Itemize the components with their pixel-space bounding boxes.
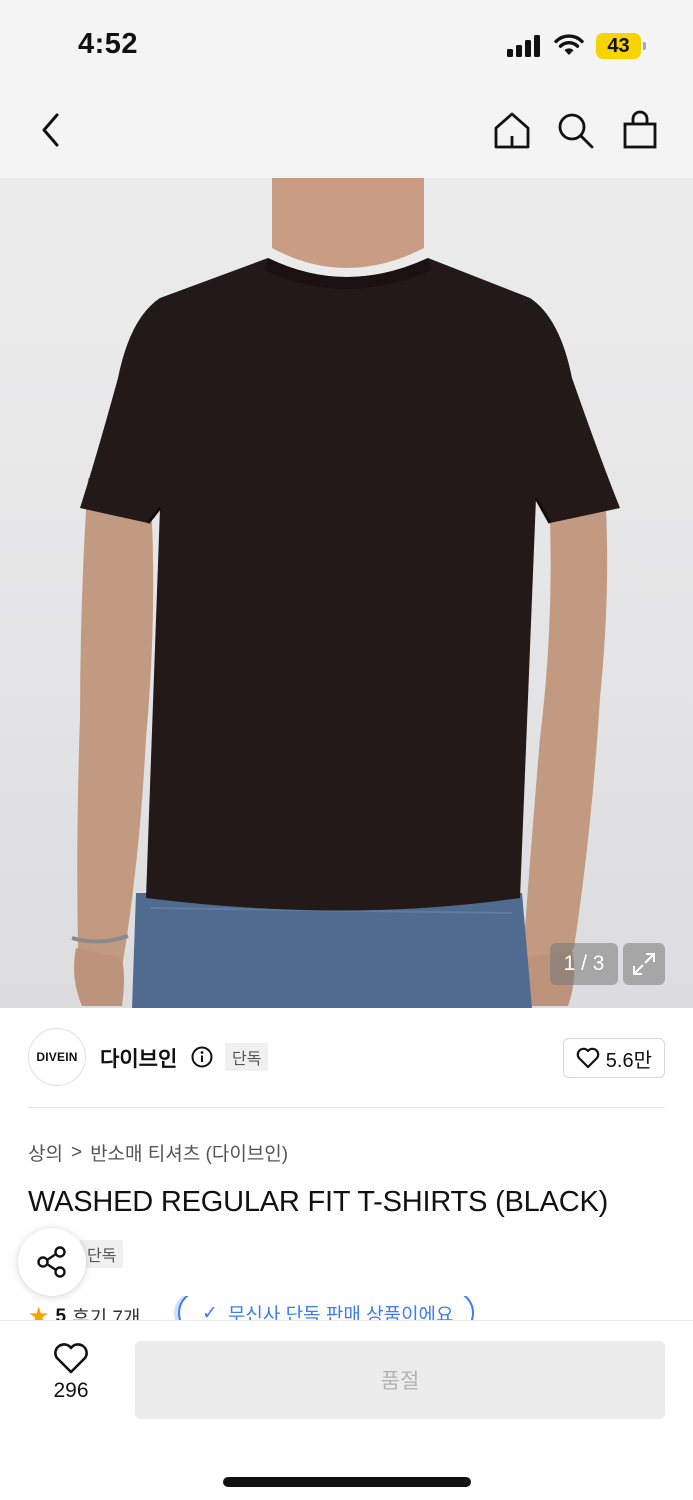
share-button[interactable]	[18, 1228, 86, 1296]
breadcrumb-subcategory[interactable]: 반소매 티셔츠 (다이브인)	[90, 1139, 288, 1166]
heart-icon	[576, 1047, 600, 1069]
exclusive-banner-text: 무신사 단독 판매 상품이에요	[227, 1304, 454, 1321]
sold-out-button[interactable]: 품절	[135, 1341, 665, 1419]
breadcrumb-category[interactable]: 상의	[28, 1139, 63, 1166]
expand-image-button[interactable]	[623, 943, 665, 985]
image-counter: 1 / 3	[550, 943, 618, 985]
brand-row: DIVEIN 다이브인 단독 5.6만	[0, 1008, 693, 1108]
bottom-action-bar: 296 품절	[0, 1320, 693, 1500]
brand-like-button[interactable]: 5.6만	[562, 1038, 665, 1078]
exclusive-banner: ✓ 무신사 단독 판매 상품이에요	[178, 1296, 474, 1320]
brand-logo[interactable]: DIVEIN	[28, 1028, 86, 1086]
status-time: 4:52	[78, 28, 139, 60]
rating-score: 5	[55, 1305, 67, 1321]
rating-row: ★ 5 후기 7개 ✓ 무신사 단독 판매 상품이에요	[28, 1296, 693, 1320]
expand-icon	[633, 953, 655, 975]
shopping-bag-icon	[623, 110, 657, 149]
star-icon: ★	[28, 1303, 50, 1320]
nav-bar	[0, 88, 693, 178]
share-icon	[37, 1246, 66, 1278]
review-count[interactable]: 후기 7개	[72, 1303, 140, 1320]
battery-level: 43	[596, 33, 641, 59]
wishlist-count: 296	[53, 1379, 89, 1402]
heart-icon	[54, 1343, 88, 1374]
home-button[interactable]	[490, 108, 534, 152]
home-indicator	[223, 1477, 471, 1487]
status-bar: 4:52 43	[0, 0, 693, 88]
back-button[interactable]	[28, 108, 72, 152]
wishlist-button[interactable]: 296	[40, 1343, 102, 1403]
info-icon[interactable]	[191, 1046, 213, 1068]
wifi-icon	[554, 34, 584, 55]
divider	[28, 1107, 665, 1108]
home-icon	[494, 112, 530, 149]
product-photo	[71, 178, 620, 1008]
brand-like-count: 5.6만	[605, 1049, 652, 1072]
search-button[interactable]	[553, 108, 597, 152]
brand-name[interactable]: 다이브인	[100, 1043, 177, 1073]
brand-exclusive-tag: 단독	[225, 1043, 269, 1071]
chevron-left-icon	[42, 113, 59, 147]
breadcrumb: 상의 > 반소매 티셔츠 (다이브인)	[28, 1139, 288, 1166]
search-icon	[558, 113, 594, 149]
breadcrumb-separator: >	[70, 1141, 83, 1163]
battery-icon: 43	[596, 33, 646, 59]
product-title: WASHED REGULAR FIT T-SHIRTS (BLACK)	[28, 1186, 609, 1218]
check-icon: ✓	[202, 1302, 218, 1321]
cellular-signal-icon	[507, 35, 543, 57]
product-exclusive-tag: 단독	[80, 1240, 124, 1268]
cart-button[interactable]	[618, 108, 662, 152]
product-image-gallery[interactable]: 1 / 3	[0, 178, 693, 1008]
